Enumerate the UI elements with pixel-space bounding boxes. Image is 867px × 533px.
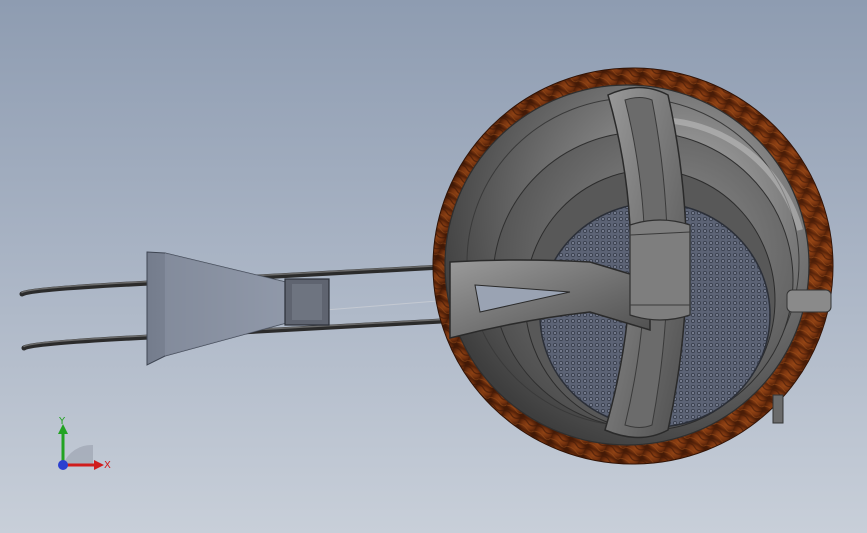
reference-triad: Y X <box>58 416 111 471</box>
triad-x-label: X <box>104 460 111 471</box>
triad-z-axis <box>58 460 68 470</box>
ear-cup[interactable] <box>432 67 834 465</box>
triad-base-arc <box>63 444 93 465</box>
headphone-3d-model[interactable] <box>0 0 867 533</box>
slider-block <box>146 251 330 366</box>
triad-y-label: Y <box>58 416 66 427</box>
cable-connector <box>786 289 832 313</box>
graphics-viewport[interactable]: Y X <box>0 0 867 533</box>
